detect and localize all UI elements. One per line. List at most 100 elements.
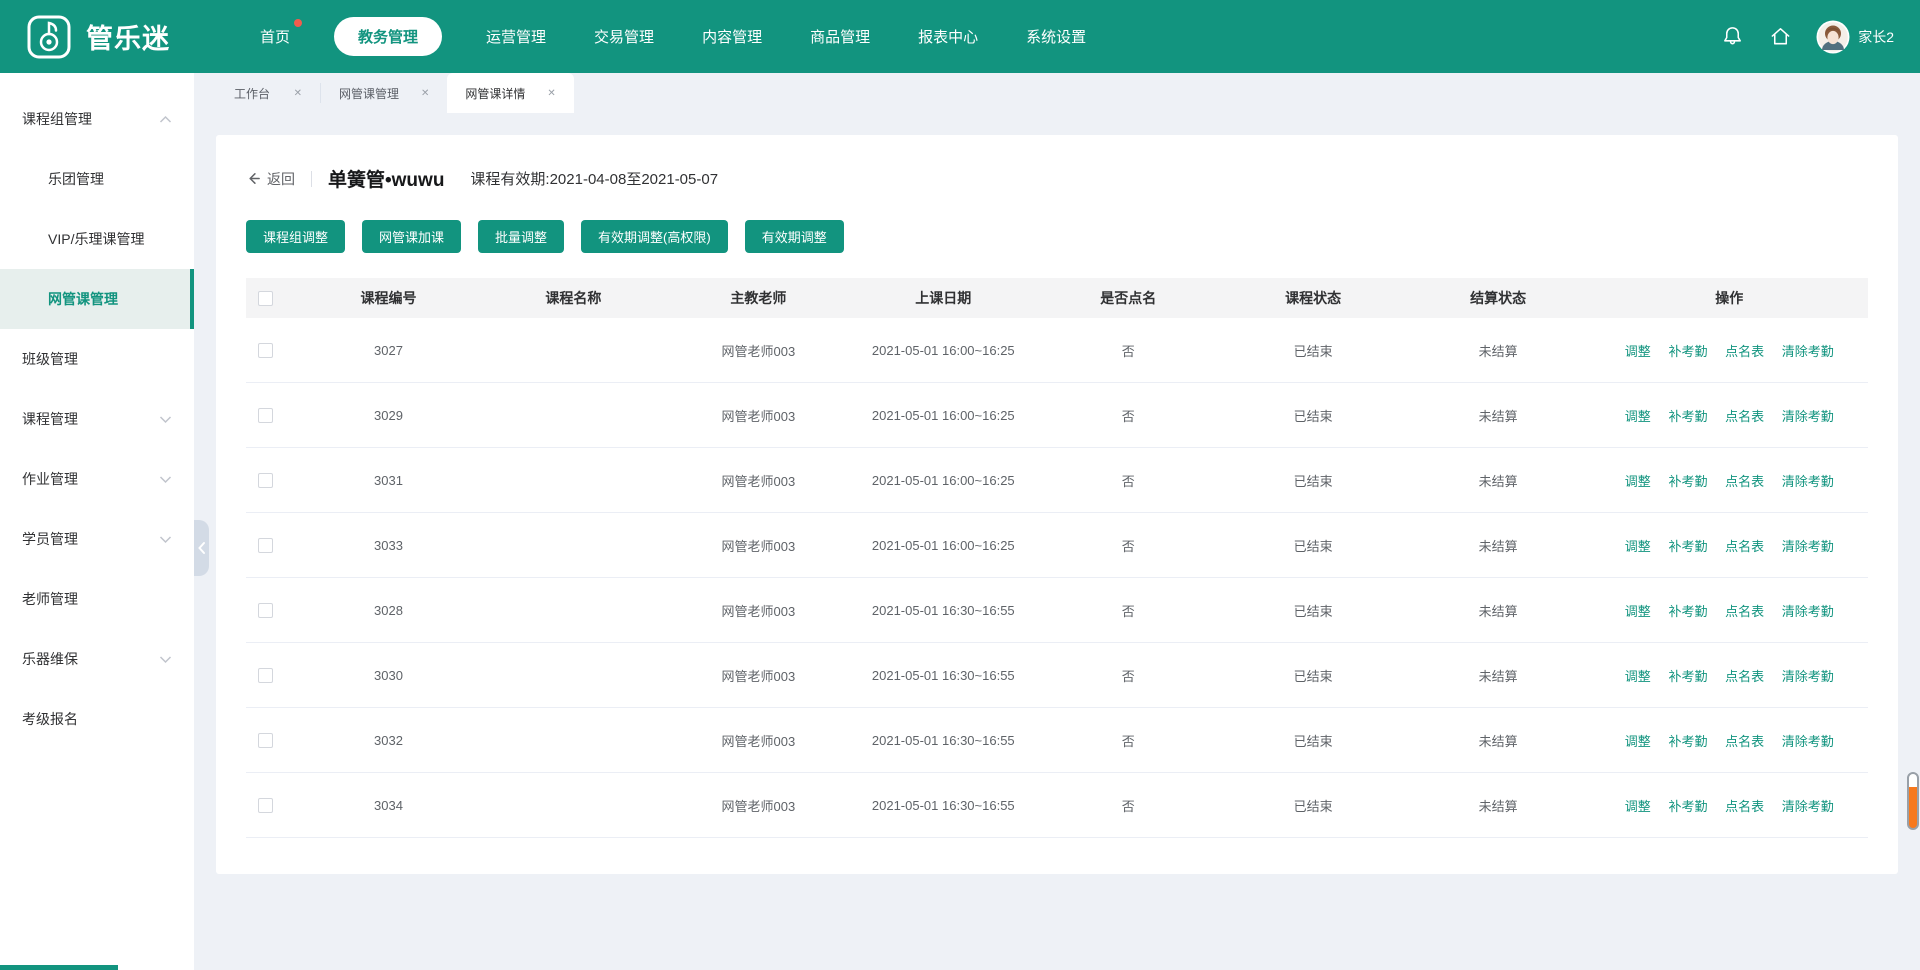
action-makeup-attendance-link[interactable]: 补考勤 bbox=[1668, 539, 1707, 554]
action-adjust-link[interactable]: 调整 bbox=[1625, 604, 1651, 619]
brand[interactable]: 管乐迷 bbox=[26, 14, 244, 60]
table-row: 3031 网管老师003 2021-05-01 16:00~16:25 否 已结… bbox=[246, 448, 1868, 513]
action-adjust-link[interactable]: 调整 bbox=[1625, 734, 1651, 749]
action-clear-attendance-link[interactable]: 清除考勤 bbox=[1782, 474, 1834, 489]
adjust-course-group-button[interactable]: 课程组调整 bbox=[246, 220, 345, 253]
action-clear-attendance-link[interactable]: 清除考勤 bbox=[1782, 539, 1834, 554]
row-checkbox[interactable] bbox=[258, 668, 273, 683]
sidebar-item-online-class-management[interactable]: 网管课管理 bbox=[0, 269, 194, 329]
row-checkbox[interactable] bbox=[258, 733, 273, 748]
nav-item-report-center[interactable]: 报表中心 bbox=[914, 17, 982, 56]
sidebar-item-grade-exam-registration[interactable]: 考级报名 bbox=[0, 689, 194, 749]
action-makeup-attendance-link[interactable]: 补考勤 bbox=[1668, 409, 1707, 424]
row-checkbox[interactable] bbox=[258, 538, 273, 553]
row-checkbox-cell bbox=[246, 603, 296, 618]
cell-settlement: 未结算 bbox=[1406, 406, 1591, 425]
validity-adjust-high-privilege-button[interactable]: 有效期调整(高权限) bbox=[581, 220, 728, 253]
close-icon[interactable]: ✕ bbox=[294, 88, 302, 99]
action-rollcall-sheet-link[interactable]: 点名表 bbox=[1725, 474, 1764, 489]
cell-date: 2021-05-01 16:30~16:55 bbox=[851, 733, 1036, 748]
nav-item-transaction-management[interactable]: 交易管理 bbox=[590, 17, 658, 56]
row-checkbox[interactable] bbox=[258, 473, 273, 488]
action-adjust-link[interactable]: 调整 bbox=[1625, 799, 1651, 814]
course-table: 课程编号 课程名称 主教老师 上课日期 是否点名 课程状态 结算状态 操作 bbox=[246, 278, 1868, 838]
cell-rollcall: 否 bbox=[1036, 666, 1221, 685]
sidebar-item-class-management[interactable]: 班级管理 bbox=[0, 329, 194, 389]
action-makeup-attendance-link[interactable]: 补考勤 bbox=[1668, 474, 1707, 489]
tab-online-class-detail[interactable]: 网管课详情 ✕ bbox=[447, 73, 573, 113]
sidebar-item-course-group-management[interactable]: 课程组管理 bbox=[0, 89, 194, 149]
action-adjust-link[interactable]: 调整 bbox=[1625, 669, 1651, 684]
action-clear-attendance-link[interactable]: 清除考勤 bbox=[1782, 799, 1834, 814]
action-clear-attendance-link[interactable]: 清除考勤 bbox=[1782, 669, 1834, 684]
cell-actions: 调整 补考勤 点名表 清除考勤 bbox=[1591, 731, 1868, 750]
sidebar-item-student-management[interactable]: 学员管理 bbox=[0, 509, 194, 569]
row-checkbox[interactable] bbox=[258, 798, 273, 813]
username: 家长2 bbox=[1858, 27, 1894, 47]
row-checkbox[interactable] bbox=[258, 408, 273, 423]
horizontal-scrollbar-thumb[interactable] bbox=[0, 965, 118, 970]
action-clear-attendance-link[interactable]: 清除考勤 bbox=[1782, 344, 1834, 359]
action-rollcall-sheet-link[interactable]: 点名表 bbox=[1725, 669, 1764, 684]
action-adjust-link[interactable]: 调整 bbox=[1625, 539, 1651, 554]
action-makeup-attendance-link[interactable]: 补考勤 bbox=[1668, 344, 1707, 359]
chevron-down-icon bbox=[159, 475, 172, 484]
tab-online-class-management[interactable]: 网管课管理 ✕ bbox=[321, 73, 447, 113]
back-button[interactable]: 返回 bbox=[246, 169, 295, 189]
brand-logo-icon bbox=[26, 14, 72, 60]
sidebar-collapse-handle[interactable] bbox=[194, 520, 209, 576]
action-rollcall-sheet-link[interactable]: 点名表 bbox=[1725, 799, 1764, 814]
action-adjust-link[interactable]: 调整 bbox=[1625, 409, 1651, 424]
add-online-class-button[interactable]: 网管课加课 bbox=[362, 220, 461, 253]
row-checkbox-cell bbox=[246, 538, 296, 553]
user-menu[interactable]: 家长2 bbox=[1816, 20, 1894, 54]
cell-date: 2021-05-01 16:30~16:55 bbox=[851, 668, 1036, 683]
sidebar-item-teacher-management[interactable]: 老师管理 bbox=[0, 569, 194, 629]
bell-icon[interactable] bbox=[1720, 25, 1744, 49]
nav-item-academic-management[interactable]: 教务管理 bbox=[334, 17, 442, 56]
sidebar-item-vip-theory-class-management[interactable]: VIP/乐理课管理 bbox=[0, 209, 194, 269]
action-rollcall-sheet-link[interactable]: 点名表 bbox=[1725, 409, 1764, 424]
action-makeup-attendance-link[interactable]: 补考勤 bbox=[1668, 799, 1707, 814]
action-rollcall-sheet-link[interactable]: 点名表 bbox=[1725, 344, 1764, 359]
action-rollcall-sheet-link[interactable]: 点名表 bbox=[1725, 539, 1764, 554]
action-makeup-attendance-link[interactable]: 补考勤 bbox=[1668, 604, 1707, 619]
nav-item-content-management[interactable]: 内容管理 bbox=[698, 17, 766, 56]
batch-adjust-button[interactable]: 批量调整 bbox=[478, 220, 564, 253]
sidebar-item-homework-management[interactable]: 作业管理 bbox=[0, 449, 194, 509]
validity-adjust-button[interactable]: 有效期调整 bbox=[745, 220, 844, 253]
table-row: 3034 网管老师003 2021-05-01 16:30~16:55 否 已结… bbox=[246, 773, 1868, 838]
cell-rollcall: 否 bbox=[1036, 406, 1221, 425]
action-rollcall-sheet-link[interactable]: 点名表 bbox=[1725, 734, 1764, 749]
vertical-scrollbar-thumb[interactable] bbox=[1907, 772, 1919, 830]
close-icon[interactable]: ✕ bbox=[547, 88, 555, 99]
divider bbox=[311, 171, 312, 187]
action-clear-attendance-link[interactable]: 清除考勤 bbox=[1782, 604, 1834, 619]
action-adjust-link[interactable]: 调整 bbox=[1625, 344, 1651, 359]
action-makeup-attendance-link[interactable]: 补考勤 bbox=[1668, 669, 1707, 684]
cell-actions: 调整 补考勤 点名表 清除考勤 bbox=[1591, 341, 1868, 360]
action-makeup-attendance-link[interactable]: 补考勤 bbox=[1668, 734, 1707, 749]
home-icon[interactable] bbox=[1768, 25, 1792, 49]
row-checkbox-cell bbox=[246, 798, 296, 813]
tab-workbench[interactable]: 工作台 ✕ bbox=[216, 73, 320, 113]
action-clear-attendance-link[interactable]: 清除考勤 bbox=[1782, 734, 1834, 749]
row-checkbox[interactable] bbox=[258, 343, 273, 358]
header-teacher: 主教老师 bbox=[666, 288, 851, 308]
sidebar-item-instrument-maintenance[interactable]: 乐器维保 bbox=[0, 629, 194, 689]
row-checkbox[interactable] bbox=[258, 603, 273, 618]
sidebar-item-orchestra-management[interactable]: 乐团管理 bbox=[0, 149, 194, 209]
nav-item-system-settings[interactable]: 系统设置 bbox=[1022, 17, 1090, 56]
nav-item-operations-management[interactable]: 运营管理 bbox=[482, 17, 550, 56]
nav-item-product-management[interactable]: 商品管理 bbox=[806, 17, 874, 56]
action-adjust-link[interactable]: 调整 bbox=[1625, 474, 1651, 489]
cell-teacher: 网管老师003 bbox=[666, 406, 851, 425]
action-clear-attendance-link[interactable]: 清除考勤 bbox=[1782, 409, 1834, 424]
cell-settlement: 未结算 bbox=[1406, 796, 1591, 815]
select-all-checkbox[interactable] bbox=[258, 291, 273, 306]
nav-item-home[interactable]: 首页 bbox=[256, 17, 294, 56]
course-validity: 课程有效期:2021-04-08至2021-05-07 bbox=[470, 168, 718, 189]
action-rollcall-sheet-link[interactable]: 点名表 bbox=[1725, 604, 1764, 619]
sidebar-item-course-management[interactable]: 课程管理 bbox=[0, 389, 194, 449]
close-icon[interactable]: ✕ bbox=[421, 88, 429, 99]
